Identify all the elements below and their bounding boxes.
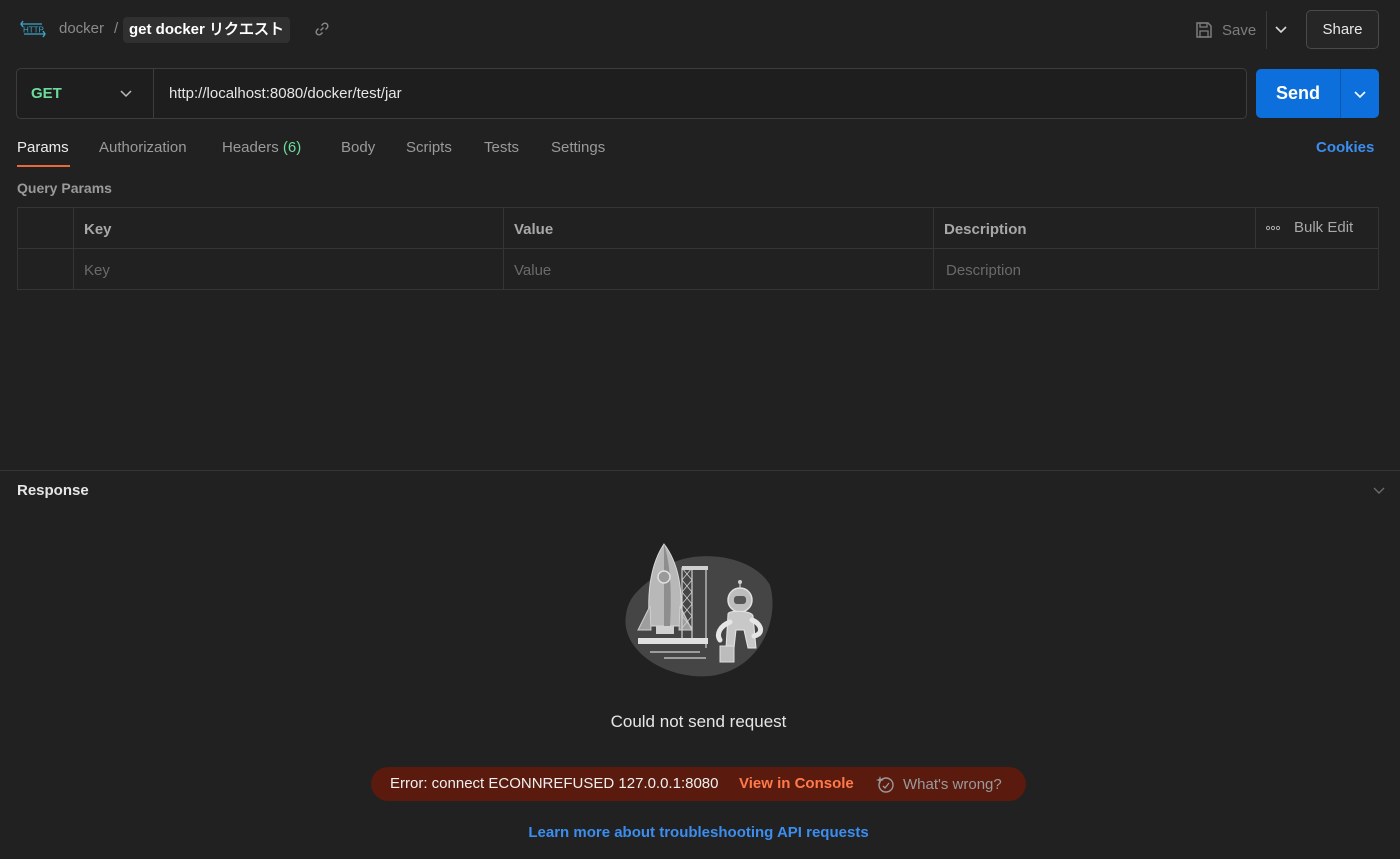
bulk-edit-button[interactable]: Bulk Edit	[1266, 219, 1353, 236]
tab-headers[interactable]: Headers (6)	[222, 139, 301, 156]
method-select[interactable]: GET	[17, 69, 154, 118]
cookies-link[interactable]: Cookies	[1316, 139, 1374, 156]
response-title: Response	[17, 482, 89, 499]
tab-headers-label: Headers	[222, 139, 279, 156]
send-button[interactable]: Send	[1256, 69, 1340, 118]
column-header-key: Key	[84, 221, 112, 238]
chevron-down-icon	[1354, 90, 1366, 98]
link-icon[interactable]	[313, 20, 331, 38]
chevron-down-icon[interactable]	[1272, 20, 1290, 38]
whats-wrong-label: What's wrong?	[903, 775, 1002, 793]
active-tab-indicator	[17, 165, 70, 167]
save-label: Save	[1222, 21, 1257, 39]
save-icon	[1196, 22, 1212, 38]
http-icon: HTTP	[20, 20, 46, 38]
breadcrumb-separator: /	[114, 20, 119, 37]
share-button[interactable]: Share	[1306, 10, 1379, 49]
tab-tests[interactable]: Tests	[484, 139, 519, 156]
url-input[interactable]: http://localhost:8080/docker/test/jar	[169, 85, 402, 102]
description-input[interactable]: Description	[946, 262, 1021, 279]
query-params-title: Query Params	[17, 180, 112, 196]
tab-scripts[interactable]: Scripts	[406, 139, 452, 156]
value-input[interactable]: Value	[514, 262, 551, 279]
response-message: Could not send request	[610, 712, 787, 731]
tab-authorization[interactable]: Authorization	[99, 139, 187, 156]
chevron-down-icon[interactable]	[1371, 482, 1387, 498]
tab-headers-count: (6)	[282, 139, 302, 156]
save-divider	[1266, 11, 1267, 49]
request-header: HTTP docker / get docker リクエスト Save Shar…	[0, 0, 1400, 60]
table-header-row: Key Value Description Bulk Edit	[18, 208, 1378, 249]
key-input[interactable]: Key	[84, 262, 110, 279]
sparkle-icon	[876, 776, 894, 793]
breadcrumb-collection[interactable]: docker	[59, 20, 104, 37]
column-header-description: Description	[944, 221, 1027, 238]
column-divider	[1255, 208, 1256, 248]
http-icon-text: HTTP	[23, 26, 44, 35]
method-label: GET	[31, 85, 62, 102]
tab-settings[interactable]: Settings	[551, 139, 605, 156]
send-options-button[interactable]	[1340, 69, 1379, 118]
table-row: Key Value Description	[18, 249, 1378, 290]
response-divider[interactable]	[0, 470, 1400, 471]
request-name[interactable]: get docker リクエスト	[123, 17, 291, 43]
whats-wrong-button[interactable]: What's wrong?	[875, 774, 1002, 794]
url-bar: GET http://localhost:8080/docker/test/ja…	[16, 68, 1247, 119]
tab-body[interactable]: Body	[341, 139, 375, 156]
query-params-table: Key Value Description Bulk Edit Key Valu…	[17, 207, 1379, 290]
error-text: Error: connect ECONNREFUSED 127.0.0.1:80…	[390, 775, 719, 792]
error-banner: Error: connect ECONNREFUSED 127.0.0.1:80…	[371, 767, 1026, 801]
rocket-astronaut-illustration	[625, 543, 773, 677]
chevron-down-icon	[120, 90, 132, 98]
tab-params[interactable]: Params	[17, 139, 69, 156]
more-dots-icon	[1266, 225, 1280, 230]
view-in-console-link[interactable]: View in Console	[739, 775, 854, 792]
column-header-value: Value	[514, 221, 554, 238]
save-button[interactable]: Save	[1194, 17, 1256, 43]
bulk-edit-label: Bulk Edit	[1294, 219, 1354, 236]
request-tabs: Params Authorization Headers (6) Body Sc…	[0, 130, 1400, 168]
troubleshooting-link[interactable]: Learn more about troubleshooting API req…	[0, 824, 1397, 841]
